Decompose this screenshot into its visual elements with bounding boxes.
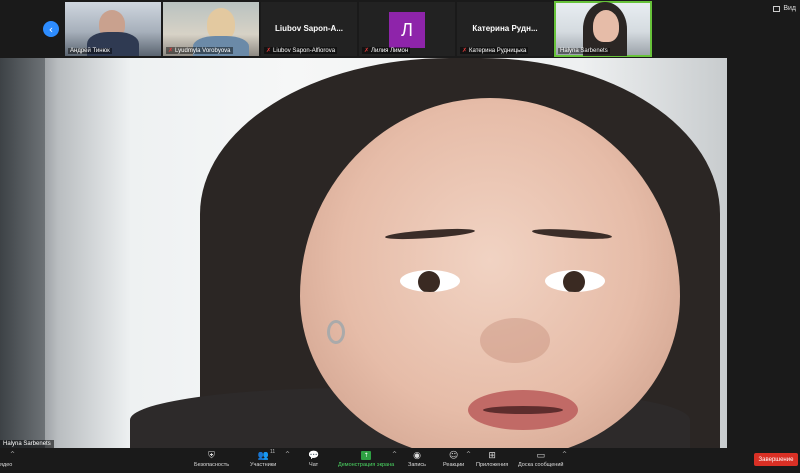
participant-name: ✗ Катерина Рудницька bbox=[460, 47, 529, 54]
share-screen-icon: ↑ bbox=[361, 451, 372, 460]
toolbar-video[interactable]: ядео bbox=[0, 450, 12, 468]
participant-display-name: Катерина Рудн... bbox=[472, 24, 538, 33]
reactions-icon: ☺ bbox=[448, 451, 459, 461]
apps-icon: ⊞ bbox=[488, 451, 496, 461]
participant-tile[interactable]: Катерина Рудн... ✗ Катерина Рудницька bbox=[457, 2, 553, 56]
participants-count: 11 bbox=[270, 449, 276, 455]
reactions-options-caret[interactable]: ^ bbox=[466, 451, 471, 458]
speaker-name-label: Halyna Sarbenets bbox=[0, 440, 54, 448]
participant-video bbox=[593, 10, 619, 42]
toolbar-share-screen[interactable]: ↑ Демонстрация экрана bbox=[338, 450, 394, 468]
participant-tile[interactable]: Liubov Sapon-A... ✗ Liubov Sapon-Alfiorov… bbox=[261, 2, 357, 56]
share-options-caret[interactable]: ^ bbox=[392, 451, 397, 458]
previous-page-button[interactable]: ‹ bbox=[43, 21, 59, 37]
participant-tile[interactable]: Л ✗ Лилия Лимон bbox=[359, 2, 455, 56]
toolbar-chat[interactable]: 💬 Чат bbox=[308, 450, 319, 468]
participant-name: Halyna Sarbenets bbox=[558, 48, 610, 54]
toolbar-apps[interactable]: ⊞ Приложения bbox=[476, 450, 508, 468]
mic-muted-icon: ✗ bbox=[266, 47, 272, 54]
participant-name: ✗ Lyudmyla Vorobyova bbox=[166, 47, 233, 54]
mic-muted-icon: ✗ bbox=[168, 47, 174, 54]
chevron-left-icon: ‹ bbox=[48, 22, 54, 36]
avatar: Л bbox=[389, 12, 425, 48]
active-speaker-video: Halyna Sarbenets bbox=[0, 58, 727, 448]
toolbar-record[interactable]: ◉ Запись bbox=[408, 450, 426, 468]
mic-muted-icon: ✗ bbox=[462, 47, 468, 54]
participant-display-name: Liubov Sapon-A... bbox=[275, 24, 343, 33]
participant-name: Андрей Тинюк bbox=[68, 48, 112, 54]
participant-strip: ‹ Андрей Тинюк ✗ Lyudmyla Vorobyova Liubo… bbox=[0, 0, 800, 58]
grid-view-icon bbox=[773, 5, 781, 12]
participant-name: ✗ Лилия Лимон bbox=[362, 47, 411, 54]
mic-muted-icon: ✗ bbox=[364, 47, 370, 54]
view-button[interactable]: Вид bbox=[773, 5, 796, 12]
record-icon: ◉ bbox=[413, 451, 421, 461]
toolbar-security[interactable]: ⛨ Безопасность bbox=[194, 450, 229, 468]
whiteboard-options-caret[interactable]: ^ bbox=[562, 451, 567, 458]
participant-tile-active[interactable]: Halyna Sarbenets bbox=[554, 1, 652, 57]
toolbar-reactions[interactable]: ☺ Реакции bbox=[443, 450, 464, 468]
end-meeting-button[interactable]: Завершение bbox=[754, 453, 798, 466]
toolbar-whiteboard[interactable]: ▭ Доска сообщений bbox=[518, 450, 564, 468]
whiteboard-icon: ▭ bbox=[536, 451, 545, 461]
participant-name: ✗ Liubov Sapon-Alfiorova bbox=[264, 47, 338, 54]
meeting-toolbar: ^ ядео ⛨ Безопасность 👥 Участники 11 ^ 💬… bbox=[0, 448, 800, 473]
participant-tile[interactable]: ✗ Lyudmyla Vorobyova bbox=[163, 2, 259, 56]
participants-icon: 👥 bbox=[257, 451, 269, 461]
chat-icon: 💬 bbox=[308, 451, 320, 461]
shield-icon: ⛨ bbox=[208, 451, 215, 461]
participants-options-caret[interactable]: ^ bbox=[285, 451, 290, 458]
participant-tile[interactable]: Андрей Тинюк bbox=[65, 2, 161, 56]
